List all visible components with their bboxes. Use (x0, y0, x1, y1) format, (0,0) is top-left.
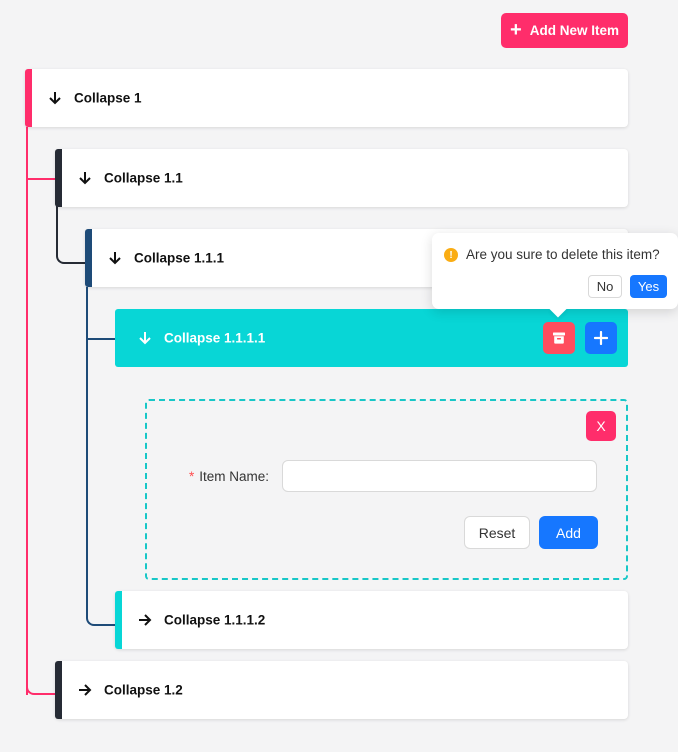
arrow-right-icon[interactable] (77, 682, 93, 698)
collapse-accent-bar (85, 229, 92, 287)
new-item-form: X * Item Name: Reset Add (145, 399, 628, 580)
collapse-title: Collapse 1.1.1.1 (164, 330, 266, 346)
arrow-down-icon[interactable] (107, 250, 123, 266)
collapse-accent-bar (115, 591, 122, 649)
arrow-down-icon[interactable] (77, 170, 93, 186)
collapse-item-active[interactable]: Collapse 1.1.1.1 (115, 309, 628, 367)
add-new-item-label: Add New Item (529, 23, 619, 38)
add-button[interactable]: Add (539, 516, 598, 549)
required-mark: * (189, 469, 195, 484)
collapse-title: Collapse 1.1.1.2 (164, 612, 266, 628)
delete-popconfirm: ! Are you sure to delete this item? No Y… (432, 233, 678, 318)
close-form-button[interactable]: X (586, 411, 616, 441)
collapse-accent-bar (55, 661, 62, 719)
collapse-title: Collapse 1.1 (104, 170, 183, 186)
collapse-title: Collapse 1.1.1 (134, 250, 225, 266)
collapse-accent-bar (25, 69, 32, 127)
collapse-item[interactable]: Collapse 1.1 (55, 149, 628, 207)
arrow-right-icon[interactable] (137, 612, 153, 628)
arrow-down-icon[interactable] (137, 330, 153, 346)
plus-icon: + (510, 18, 522, 41)
tree-connector-branch (26, 178, 56, 180)
collapse-item[interactable]: Collapse 1 (25, 69, 628, 127)
confirm-no-button[interactable]: No (588, 275, 622, 298)
tree-connector-elbow (26, 676, 56, 695)
add-new-item-button[interactable]: + Add New Item (501, 13, 628, 48)
item-name-label: * Item Name: (189, 469, 270, 484)
collapse-item[interactable]: Collapse 1.2 (55, 661, 628, 719)
tree-connector-branch (86, 338, 116, 340)
add-child-button[interactable] (585, 322, 617, 354)
tree-connector-level1 (26, 127, 28, 695)
plus-icon (594, 331, 608, 345)
confirm-yes-button[interactable]: Yes (630, 275, 667, 298)
collapse-title: Collapse 1.2 (104, 682, 183, 698)
popconfirm-message: Are you sure to delete this item? (466, 247, 660, 262)
tree-connector-elbow (56, 206, 86, 264)
collapse-title: Collapse 1 (74, 90, 142, 106)
tree-connector-elbow (86, 605, 116, 626)
delete-icon (553, 332, 565, 344)
item-name-input[interactable] (282, 460, 597, 492)
tree-connector-level3 (86, 287, 88, 607)
collapse-item[interactable]: Collapse 1.1.1.2 (115, 591, 628, 649)
reset-button[interactable]: Reset (464, 516, 530, 549)
collapse-accent-bar (55, 149, 62, 207)
warning-icon: ! (444, 248, 458, 262)
arrow-down-icon[interactable] (47, 90, 63, 106)
delete-button[interactable] (543, 322, 575, 354)
